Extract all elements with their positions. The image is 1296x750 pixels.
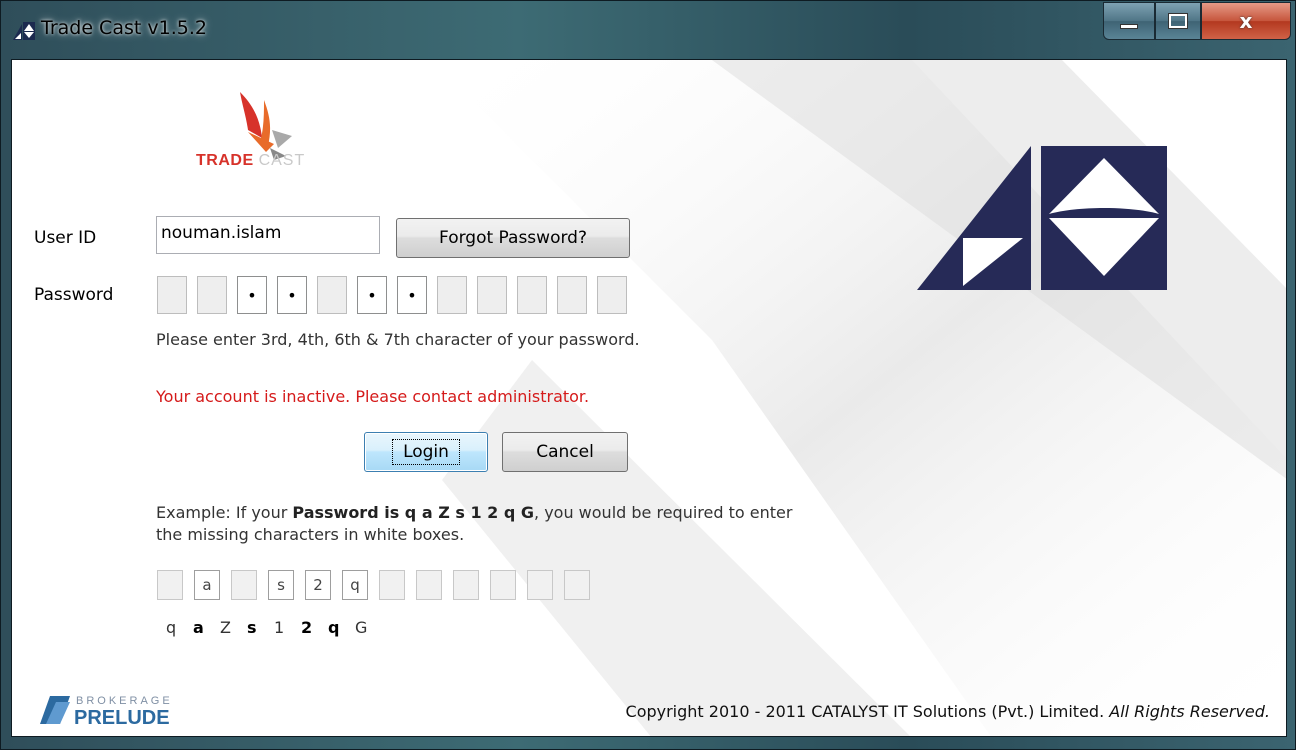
example-char: 1 (274, 618, 285, 637)
userid-label: User ID (34, 228, 97, 248)
example-char-box (564, 570, 590, 600)
window-controls: x (1103, 2, 1291, 40)
app-window: Trade Cast v1.5.2 x TRADE CAST User ID n… (0, 0, 1296, 750)
brokerage-prelude-logo: BROKERAGE PRELUDE (40, 695, 173, 726)
maximize-icon (1168, 13, 1188, 29)
example-char: 2 (301, 618, 313, 637)
password-char-box (517, 276, 547, 314)
example-password: Password is q a Z s 1 2 q G (292, 503, 535, 522)
brand-top-text: BROKERAGE (76, 695, 173, 707)
password-char-box[interactable]: • (277, 276, 307, 314)
example-char-box (157, 570, 183, 600)
example-char: s (247, 618, 257, 637)
example-char: Z (220, 618, 231, 637)
example-char: q (328, 618, 340, 637)
close-icon: x (1239, 9, 1253, 33)
password-char-box (437, 276, 467, 314)
example-char-box (416, 570, 442, 600)
example-char-box: s (268, 570, 294, 600)
example-boxes: a s2q (157, 570, 590, 600)
minimize-icon (1120, 23, 1138, 29)
password-hint: Please enter 3rd, 4th, 6th & 7th charact… (156, 330, 640, 349)
example-char-box (453, 570, 479, 600)
password-char-box[interactable]: • (357, 276, 387, 314)
example-char-box (527, 570, 553, 600)
tradecast-wordmark: TRADE CAST (196, 152, 305, 170)
cancel-button[interactable]: Cancel (502, 432, 628, 472)
close-button[interactable]: x (1201, 2, 1291, 40)
password-char-box (317, 276, 347, 314)
minimize-button[interactable] (1103, 2, 1155, 40)
copyright-rights: All Rights Reserved. (1109, 702, 1270, 721)
password-char-box (477, 276, 507, 314)
wordmark-trade: TRADE (196, 152, 254, 169)
example-suffix: , you would be required to enter (534, 503, 793, 522)
example-char-box: q (342, 570, 368, 600)
example-text: Example: If your Password is q a Z s 1 2… (156, 502, 956, 546)
example-char-box (231, 570, 257, 600)
example-char-box (490, 570, 516, 600)
example-char: G (355, 618, 368, 637)
password-char-box (557, 276, 587, 314)
password-char-box (597, 276, 627, 314)
example-char: q (166, 618, 177, 637)
login-label: Login (392, 439, 460, 465)
password-char-box (157, 276, 187, 314)
error-message: Your account is inactive. Please contact… (156, 387, 590, 406)
userid-input[interactable]: nouman.islam (156, 216, 380, 254)
example-char-box (379, 570, 405, 600)
example-characters: qaZs12qG (166, 618, 382, 637)
example-prefix: Example: If your (156, 503, 293, 522)
catalyst-logo (917, 146, 1167, 290)
wordmark-cast: CAST (258, 152, 306, 169)
example-char-box: a (194, 570, 220, 600)
brand-bottom-text: PRELUDE (74, 707, 170, 726)
app-icon (13, 22, 35, 40)
password-boxes: • • • • (157, 276, 627, 314)
window-title: Trade Cast v1.5.2 (41, 17, 207, 39)
password-char-box[interactable]: • (237, 276, 267, 314)
copyright-main: Copyright 2010 - 2011 CATALYST IT Soluti… (625, 702, 1110, 721)
password-char-box (197, 276, 227, 314)
password-label: Password (34, 285, 114, 305)
forgot-password-button[interactable]: Forgot Password? (396, 218, 630, 258)
login-button[interactable]: Login (364, 432, 488, 472)
password-char-box[interactable]: • (397, 276, 427, 314)
example-char: a (193, 618, 204, 637)
copyright-text: Copyright 2010 - 2011 CATALYST IT Soluti… (626, 702, 1270, 721)
title-bar[interactable]: Trade Cast v1.5.2 x (1, 1, 1296, 59)
example-line2: the missing characters in white boxes. (156, 525, 465, 544)
example-char-box: 2 (305, 570, 331, 600)
login-panel: TRADE CAST User ID nouman.islam Forgot P… (11, 59, 1287, 737)
maximize-button[interactable] (1155, 2, 1201, 40)
